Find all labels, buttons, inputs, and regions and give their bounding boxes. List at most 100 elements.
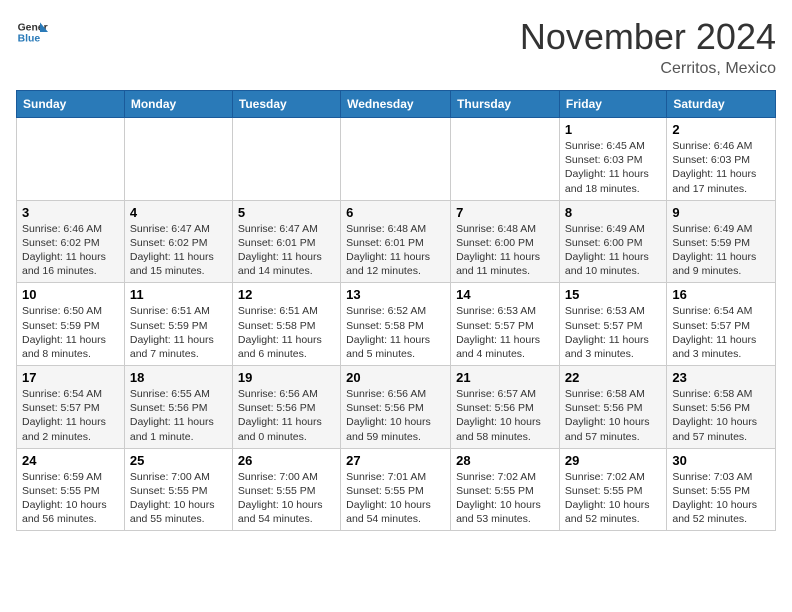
calendar-cell: 20 Sunrise: 6:56 AM Sunset: 5:56 PM Dayli…	[341, 366, 451, 449]
day-number: 5	[238, 205, 335, 220]
calendar-cell	[451, 118, 560, 201]
day-header-sunday: Sunday	[17, 91, 125, 118]
title-block: November 2024 Cerritos, Mexico	[520, 16, 776, 78]
calendar-cell: 3 Sunrise: 6:46 AM Sunset: 6:02 PM Daylig…	[17, 200, 125, 283]
day-number: 6	[346, 205, 445, 220]
week-row-1: 1 Sunrise: 6:45 AM Sunset: 6:03 PM Daylig…	[17, 118, 776, 201]
calendar-cell: 11 Sunrise: 6:51 AM Sunset: 5:59 PM Dayli…	[124, 283, 232, 366]
calendar-cell: 12 Sunrise: 6:51 AM Sunset: 5:58 PM Dayli…	[232, 283, 340, 366]
day-number: 13	[346, 287, 445, 302]
week-row-3: 10 Sunrise: 6:50 AM Sunset: 5:59 PM Dayli…	[17, 283, 776, 366]
calendar-cell: 13 Sunrise: 6:52 AM Sunset: 5:58 PM Dayli…	[341, 283, 451, 366]
calendar-cell: 5 Sunrise: 6:47 AM Sunset: 6:01 PM Daylig…	[232, 200, 340, 283]
calendar-cell: 8 Sunrise: 6:49 AM Sunset: 6:00 PM Daylig…	[559, 200, 666, 283]
day-info: Sunrise: 6:59 AM Sunset: 5:55 PM Dayligh…	[22, 470, 119, 527]
day-number: 24	[22, 453, 119, 468]
day-number: 21	[456, 370, 554, 385]
day-number: 23	[672, 370, 770, 385]
calendar-cell: 23 Sunrise: 6:58 AM Sunset: 5:56 PM Dayli…	[667, 366, 776, 449]
day-header-thursday: Thursday	[451, 91, 560, 118]
day-info: Sunrise: 6:47 AM Sunset: 6:02 PM Dayligh…	[130, 222, 227, 279]
day-info: Sunrise: 6:46 AM Sunset: 6:03 PM Dayligh…	[672, 139, 770, 196]
day-info: Sunrise: 6:48 AM Sunset: 6:01 PM Dayligh…	[346, 222, 445, 279]
week-row-2: 3 Sunrise: 6:46 AM Sunset: 6:02 PM Daylig…	[17, 200, 776, 283]
day-info: Sunrise: 6:49 AM Sunset: 6:00 PM Dayligh…	[565, 222, 661, 279]
calendar-cell: 17 Sunrise: 6:54 AM Sunset: 5:57 PM Dayli…	[17, 366, 125, 449]
calendar-cell	[232, 118, 340, 201]
day-number: 14	[456, 287, 554, 302]
svg-text:Blue: Blue	[18, 34, 41, 45]
day-info: Sunrise: 6:53 AM Sunset: 5:57 PM Dayligh…	[565, 304, 661, 361]
calendar-cell: 28 Sunrise: 7:02 AM Sunset: 5:55 PM Dayli…	[451, 448, 560, 531]
day-number: 17	[22, 370, 119, 385]
day-number: 20	[346, 370, 445, 385]
calendar-cell: 10 Sunrise: 6:50 AM Sunset: 5:59 PM Dayli…	[17, 283, 125, 366]
day-info: Sunrise: 6:54 AM Sunset: 5:57 PM Dayligh…	[22, 387, 119, 444]
week-row-4: 17 Sunrise: 6:54 AM Sunset: 5:57 PM Dayli…	[17, 366, 776, 449]
day-number: 29	[565, 453, 661, 468]
day-number: 8	[565, 205, 661, 220]
day-info: Sunrise: 6:47 AM Sunset: 6:01 PM Dayligh…	[238, 222, 335, 279]
calendar-cell	[124, 118, 232, 201]
logo-icon: General Blue	[16, 16, 48, 48]
day-info: Sunrise: 6:46 AM Sunset: 6:02 PM Dayligh…	[22, 222, 119, 279]
day-info: Sunrise: 6:54 AM Sunset: 5:57 PM Dayligh…	[672, 304, 770, 361]
day-number: 1	[565, 122, 661, 137]
day-info: Sunrise: 6:56 AM Sunset: 5:56 PM Dayligh…	[346, 387, 445, 444]
day-info: Sunrise: 6:45 AM Sunset: 6:03 PM Dayligh…	[565, 139, 661, 196]
day-number: 3	[22, 205, 119, 220]
header-row: SundayMondayTuesdayWednesdayThursdayFrid…	[17, 91, 776, 118]
day-number: 11	[130, 287, 227, 302]
day-info: Sunrise: 6:58 AM Sunset: 5:56 PM Dayligh…	[565, 387, 661, 444]
day-info: Sunrise: 6:53 AM Sunset: 5:57 PM Dayligh…	[456, 304, 554, 361]
day-info: Sunrise: 6:51 AM Sunset: 5:59 PM Dayligh…	[130, 304, 227, 361]
day-header-wednesday: Wednesday	[341, 91, 451, 118]
day-info: Sunrise: 6:57 AM Sunset: 5:56 PM Dayligh…	[456, 387, 554, 444]
calendar-cell: 9 Sunrise: 6:49 AM Sunset: 5:59 PM Daylig…	[667, 200, 776, 283]
calendar-cell: 30 Sunrise: 7:03 AM Sunset: 5:55 PM Dayli…	[667, 448, 776, 531]
page-header: General Blue November 2024 Cerritos, Mex…	[16, 16, 776, 78]
day-number: 28	[456, 453, 554, 468]
day-info: Sunrise: 6:49 AM Sunset: 5:59 PM Dayligh…	[672, 222, 770, 279]
day-number: 15	[565, 287, 661, 302]
calendar-cell	[17, 118, 125, 201]
day-number: 19	[238, 370, 335, 385]
calendar-cell: 19 Sunrise: 6:56 AM Sunset: 5:56 PM Dayli…	[232, 366, 340, 449]
day-info: Sunrise: 7:00 AM Sunset: 5:55 PM Dayligh…	[238, 470, 335, 527]
day-info: Sunrise: 6:58 AM Sunset: 5:56 PM Dayligh…	[672, 387, 770, 444]
calendar-cell: 15 Sunrise: 6:53 AM Sunset: 5:57 PM Dayli…	[559, 283, 666, 366]
day-number: 9	[672, 205, 770, 220]
day-info: Sunrise: 6:50 AM Sunset: 5:59 PM Dayligh…	[22, 304, 119, 361]
calendar-cell: 27Sunrise: 7:01 AM Sunset: 5:55 PM Dayli…	[341, 448, 451, 531]
day-number: 30	[672, 453, 770, 468]
week-row-5: 24 Sunrise: 6:59 AM Sunset: 5:55 PM Dayli…	[17, 448, 776, 531]
calendar-cell: 7Sunrise: 6:48 AM Sunset: 6:00 PM Daylig…	[451, 200, 560, 283]
day-number: 27	[346, 453, 445, 468]
day-info: Sunrise: 7:02 AM Sunset: 5:55 PM Dayligh…	[456, 470, 554, 527]
day-number: 7	[456, 205, 554, 220]
calendar-table: SundayMondayTuesdayWednesdayThursdayFrid…	[16, 90, 776, 531]
day-info: Sunrise: 6:51 AM Sunset: 5:58 PM Dayligh…	[238, 304, 335, 361]
logo: General Blue	[16, 16, 48, 48]
calendar-cell: 18Sunrise: 6:55 AM Sunset: 5:56 PM Dayli…	[124, 366, 232, 449]
day-info: Sunrise: 7:00 AM Sunset: 5:55 PM Dayligh…	[130, 470, 227, 527]
day-info: Sunrise: 6:56 AM Sunset: 5:56 PM Dayligh…	[238, 387, 335, 444]
calendar-cell: 6 Sunrise: 6:48 AM Sunset: 6:01 PM Daylig…	[341, 200, 451, 283]
day-number: 26	[238, 453, 335, 468]
day-info: Sunrise: 6:52 AM Sunset: 5:58 PM Dayligh…	[346, 304, 445, 361]
day-info: Sunrise: 7:03 AM Sunset: 5:55 PM Dayligh…	[672, 470, 770, 527]
day-header-monday: Monday	[124, 91, 232, 118]
calendar-cell: 25Sunrise: 7:00 AM Sunset: 5:55 PM Dayli…	[124, 448, 232, 531]
day-number: 10	[22, 287, 119, 302]
calendar-cell: 2 Sunrise: 6:46 AM Sunset: 6:03 PM Daylig…	[667, 118, 776, 201]
month-title: November 2024	[520, 16, 776, 58]
calendar-cell: 22Sunrise: 6:58 AM Sunset: 5:56 PM Dayli…	[559, 366, 666, 449]
day-info: Sunrise: 7:02 AM Sunset: 5:55 PM Dayligh…	[565, 470, 661, 527]
day-number: 4	[130, 205, 227, 220]
calendar-cell	[341, 118, 451, 201]
location: Cerritos, Mexico	[520, 60, 776, 78]
day-number: 2	[672, 122, 770, 137]
day-number: 12	[238, 287, 335, 302]
calendar-cell: 16Sunrise: 6:54 AM Sunset: 5:57 PM Dayli…	[667, 283, 776, 366]
calendar-cell: 1 Sunrise: 6:45 AM Sunset: 6:03 PM Daylig…	[559, 118, 666, 201]
